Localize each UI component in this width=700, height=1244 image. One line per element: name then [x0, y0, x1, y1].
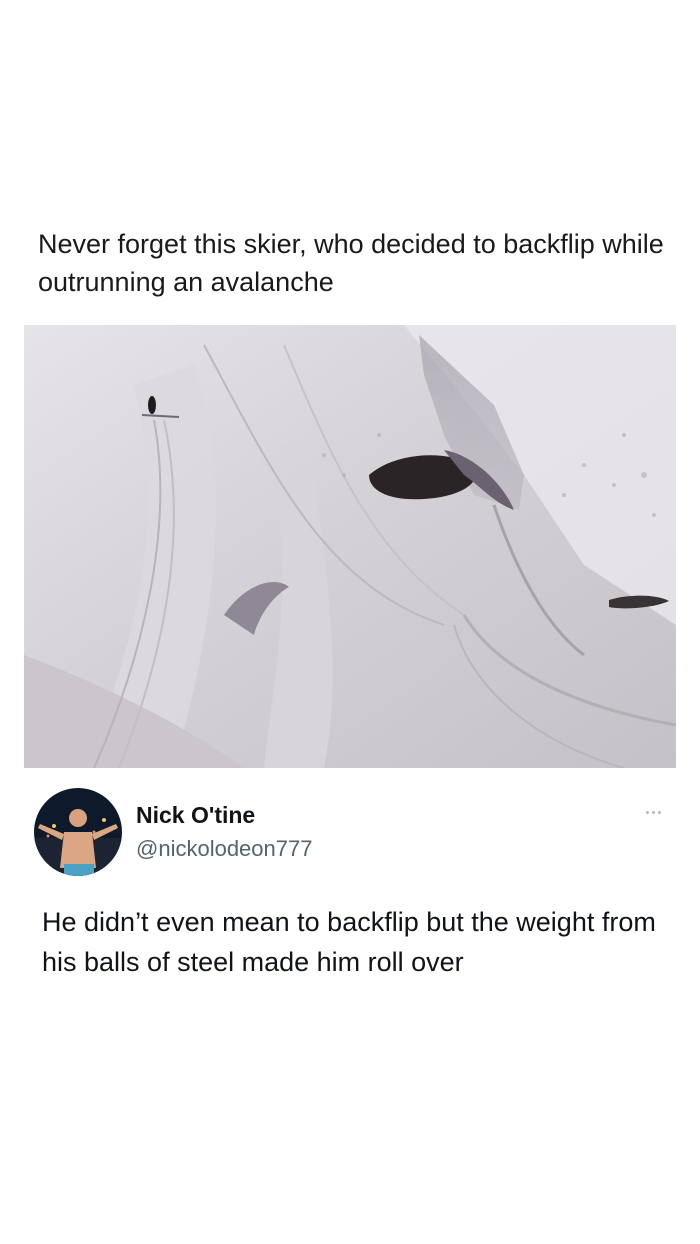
dot: [645, 810, 649, 814]
snow-slope-image: [24, 325, 676, 768]
dot: [657, 810, 661, 814]
more-dots-icon[interactable]: [638, 802, 668, 822]
reply-text: He didn’t even mean to backflip but the …: [42, 907, 656, 977]
author-handle[interactable]: @nickolodeon777: [136, 836, 312, 862]
avalanche-photo[interactable]: [24, 325, 676, 768]
dot: [651, 810, 655, 814]
post-caption: Never forget this skier, who decided to …: [38, 229, 664, 297]
avatar[interactable]: [34, 788, 122, 876]
author-name[interactable]: Nick O'tine: [136, 802, 255, 829]
avatar-image: [34, 788, 122, 876]
